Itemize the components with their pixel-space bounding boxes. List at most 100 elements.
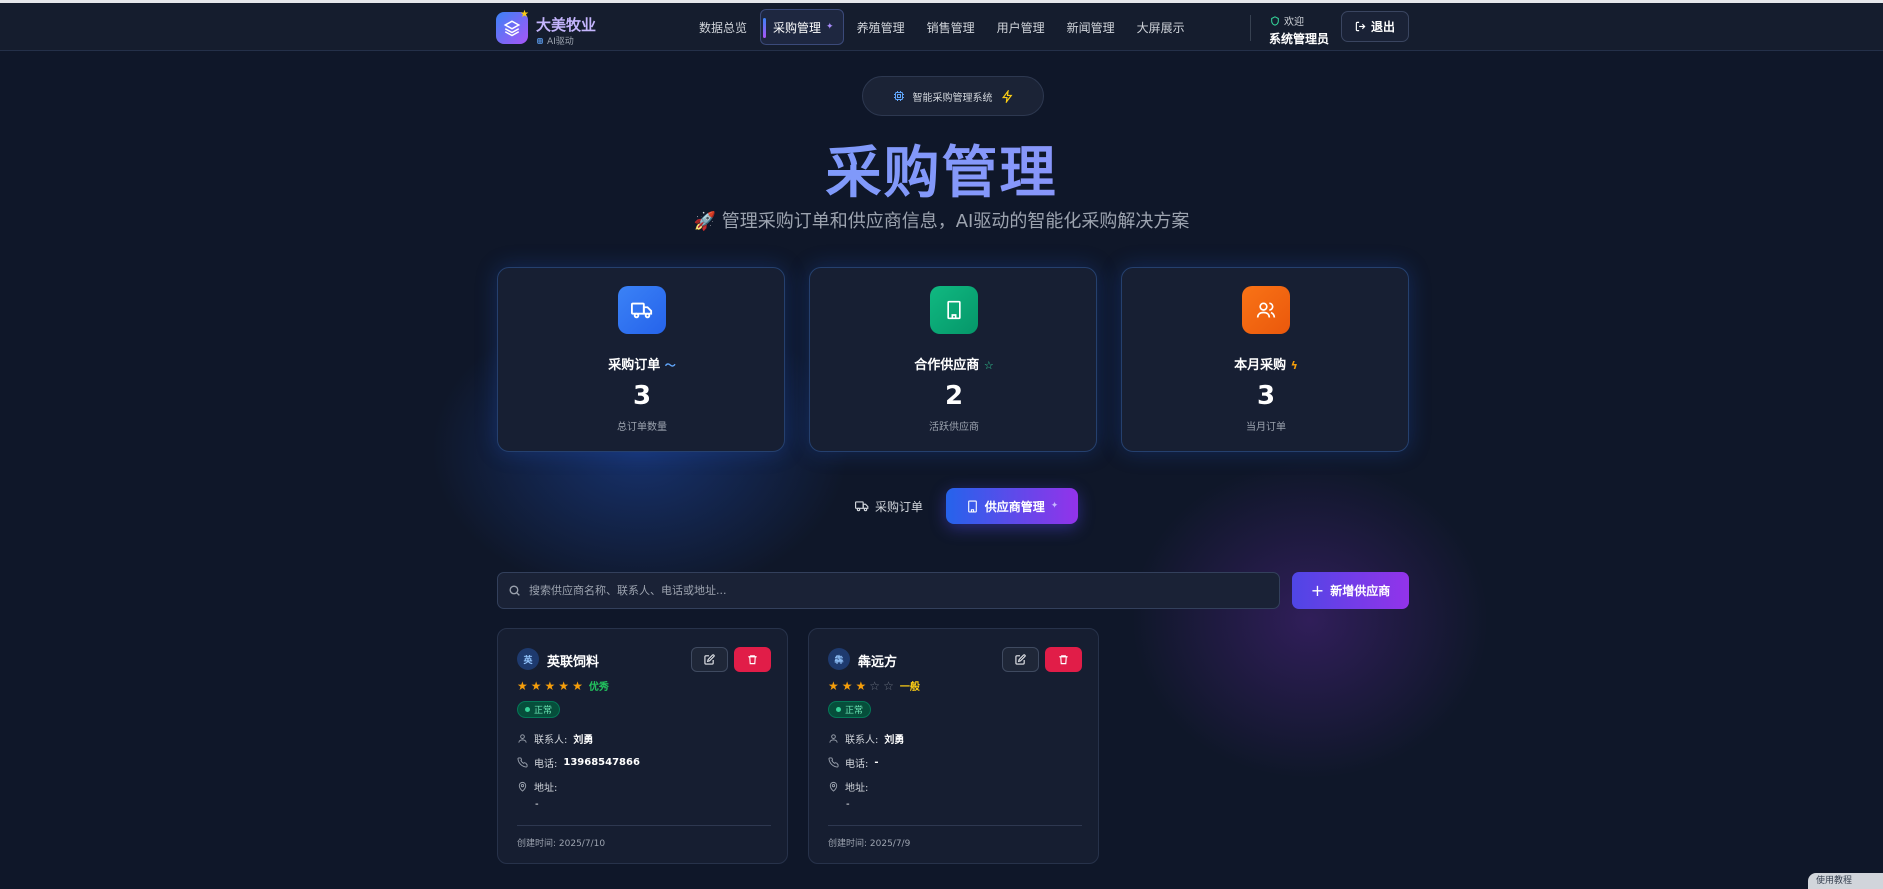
tab-suppliers[interactable]: 供应商管理 ✦	[946, 488, 1078, 524]
contact-row: 联系人: 刘勇	[517, 731, 593, 746]
lightning-icon: ϟ	[1290, 359, 1298, 372]
rating-text: 一般	[899, 682, 920, 693]
phone-row: 电话: 13968547866	[517, 755, 640, 770]
sparkle-icon: ★	[520, 9, 529, 20]
contact-label: 联系人:	[534, 735, 568, 746]
card-divider	[828, 825, 1082, 826]
phone-icon	[517, 757, 528, 768]
phone-row: 电话: -	[828, 755, 879, 770]
building-icon	[967, 500, 977, 512]
plus-icon: +	[1310, 581, 1325, 600]
map-pin-icon	[518, 781, 527, 792]
nav-item-breeding[interactable]: 养殖管理	[848, 9, 914, 45]
created-time: 创建时间: 2025/7/9	[828, 839, 911, 849]
edit-button[interactable]	[1002, 647, 1039, 672]
help-badge[interactable]: 使用教程	[1808, 873, 1883, 889]
address-label: 地址:	[845, 783, 869, 794]
created-time: 创建时间: 2025/7/10	[517, 839, 606, 849]
stat-desc: 当月订单	[1246, 422, 1286, 433]
star-outline-icon: ☆	[883, 678, 894, 693]
address-value: -	[846, 799, 850, 810]
add-supplier-button[interactable]: + 新增供应商	[1292, 572, 1409, 609]
nav-item-news[interactable]: 新闻管理	[1058, 9, 1124, 45]
delete-button[interactable]	[734, 647, 771, 672]
system-badge-label: 智能采购管理系统	[912, 92, 993, 104]
system-badge: 智能采购管理系统	[862, 76, 1044, 116]
search-icon	[509, 585, 520, 596]
truck-icon	[618, 286, 666, 334]
stat-card-monthly: 本月采购 ϟ 3 当月订单	[1121, 267, 1409, 452]
lightning-icon	[1001, 89, 1012, 103]
stat-label: 采购订单 〜	[608, 358, 676, 373]
phone-label: 电话:	[845, 759, 869, 770]
welcome-label: 欢迎	[1284, 17, 1304, 28]
stat-value: 3	[632, 381, 652, 411]
top-navbar: ★ 大美牧业 AI驱动 数据总览 采购管理 ✦ 养殖管理 销售管理 用户管理 新…	[0, 3, 1883, 51]
delete-button[interactable]	[1045, 647, 1082, 672]
avatar: 犇	[828, 648, 850, 670]
stat-desc: 总订单数量	[617, 422, 667, 433]
address-row: 地址:	[828, 779, 868, 794]
nav-item-dashboard[interactable]: 大屏展示	[1128, 9, 1194, 45]
building-icon	[930, 286, 978, 334]
stat-label: 合作供应商 ☆	[914, 358, 994, 373]
users-icon	[1242, 286, 1290, 334]
stat-desc: 活跃供应商	[929, 422, 979, 433]
user-icon	[829, 734, 838, 743]
stat-value: 3	[1256, 381, 1276, 411]
add-supplier-label: 新增供应商	[1330, 584, 1391, 598]
background-glow-purple	[1130, 460, 1490, 780]
page-title: 采购管理	[0, 128, 1883, 209]
sparkle-icon: ✦	[1050, 501, 1059, 511]
star-icon: ★	[855, 678, 867, 693]
contact-value: 刘勇	[573, 735, 594, 746]
tab-label: 供应商管理	[984, 499, 1045, 514]
star-icon: ★	[530, 678, 542, 693]
brand-subtitle-text: AI驱动	[547, 37, 574, 47]
nav-item-label: 采购管理	[773, 20, 822, 35]
nav-item-overview[interactable]: 数据总览	[690, 9, 756, 45]
star-icon: ★	[517, 678, 528, 693]
stat-value: 2	[944, 381, 964, 411]
stat-card-orders: 采购订单 〜 3 总订单数量	[497, 267, 785, 452]
contact-row: 联系人: 刘勇	[828, 731, 904, 746]
search-input[interactable]	[529, 584, 1249, 597]
brand-subtitle: AI驱动	[536, 34, 574, 47]
rating-stars: ★ ★ ★ ☆ ☆ 一般	[828, 678, 920, 694]
stat-card-suppliers: 合作供应商 ☆ 2 活跃供应商	[809, 267, 1097, 452]
tab-orders[interactable]: 采购订单	[839, 488, 939, 524]
rating-text: 优秀	[588, 682, 609, 693]
star-outline-icon: ☆	[869, 678, 881, 693]
nav-item-users[interactable]: 用户管理	[988, 9, 1054, 45]
star-icon: ★	[828, 678, 839, 693]
nav-item-sales[interactable]: 销售管理	[918, 9, 984, 45]
logout-button[interactable]: 退出	[1341, 11, 1409, 42]
sparkle-icon: ✦	[826, 22, 834, 32]
logout-icon	[1355, 21, 1366, 32]
edit-icon	[1015, 654, 1026, 665]
stat-label: 本月采购 ϟ	[1234, 358, 1298, 373]
cpu-icon	[893, 91, 904, 101]
logout-label: 退出	[1370, 20, 1395, 34]
address-row: 地址:	[517, 779, 557, 794]
main-nav: 数据总览 采购管理 ✦ 养殖管理 销售管理 用户管理 新闻管理 大屏展示	[690, 9, 1194, 45]
map-pin-icon	[829, 781, 838, 792]
address-label: 地址:	[534, 783, 558, 794]
contact-label: 联系人:	[845, 735, 879, 746]
supplier-card: 英 英联饲料 ★ ★ ★ ★ ★ 优秀 正常 联系人: 刘勇 电话: 13968…	[497, 628, 788, 864]
shield-icon	[1271, 15, 1279, 26]
star-icon: ★	[572, 678, 583, 693]
brand-name: 大美牧业	[536, 16, 597, 34]
star-icon: ★	[841, 678, 853, 693]
trash-icon	[748, 655, 757, 665]
avatar: 英	[517, 648, 539, 670]
status-badge: 正常	[517, 701, 561, 718]
truck-icon	[854, 501, 869, 512]
phone-value: 13968547866	[563, 757, 640, 768]
supplier-card: 犇 犇远方 ★ ★ ★ ☆ ☆ 一般 正常 联系人: 刘勇 电话: - 地址: …	[808, 628, 1099, 864]
edit-button[interactable]	[691, 647, 728, 672]
welcome-text: 欢迎	[1270, 13, 1304, 28]
contact-value: 刘勇	[884, 735, 905, 746]
star-icon: ★	[544, 678, 556, 693]
nav-item-purchase[interactable]: 采购管理 ✦	[760, 9, 844, 45]
